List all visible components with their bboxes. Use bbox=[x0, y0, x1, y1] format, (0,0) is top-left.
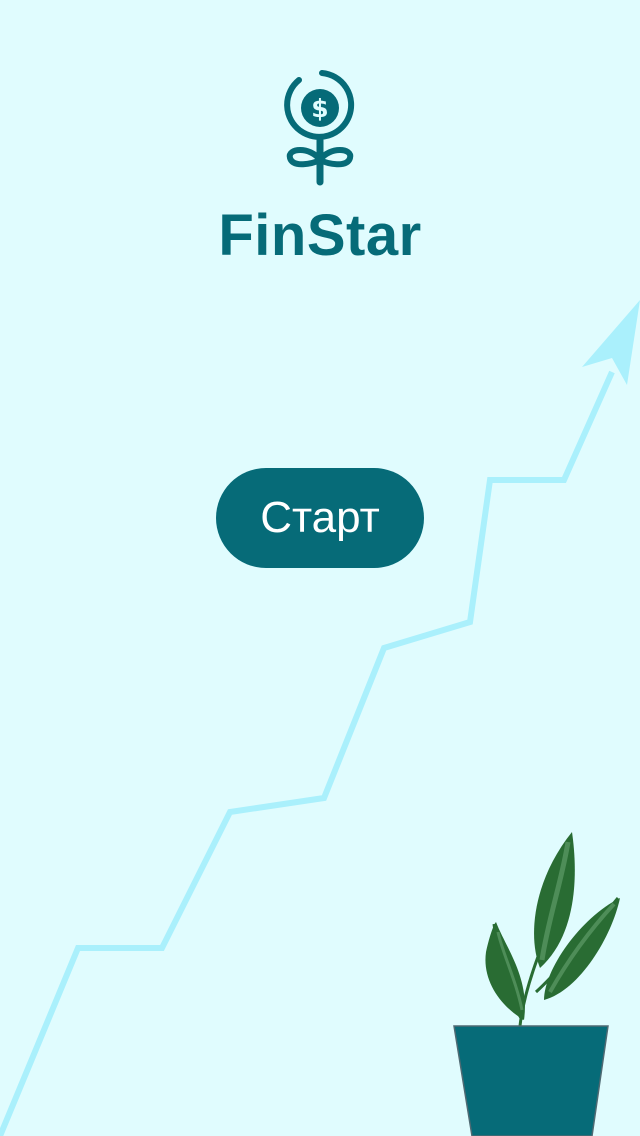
start-button[interactable]: Старт bbox=[216, 468, 424, 568]
app-title: FinStar bbox=[218, 203, 422, 268]
splash-screen: $ FinStar Старт bbox=[0, 0, 640, 1136]
money-flower-icon: $ bbox=[284, 70, 355, 186]
svg-text:$: $ bbox=[311, 94, 328, 123]
potted-plant-icon bbox=[453, 832, 620, 1136]
